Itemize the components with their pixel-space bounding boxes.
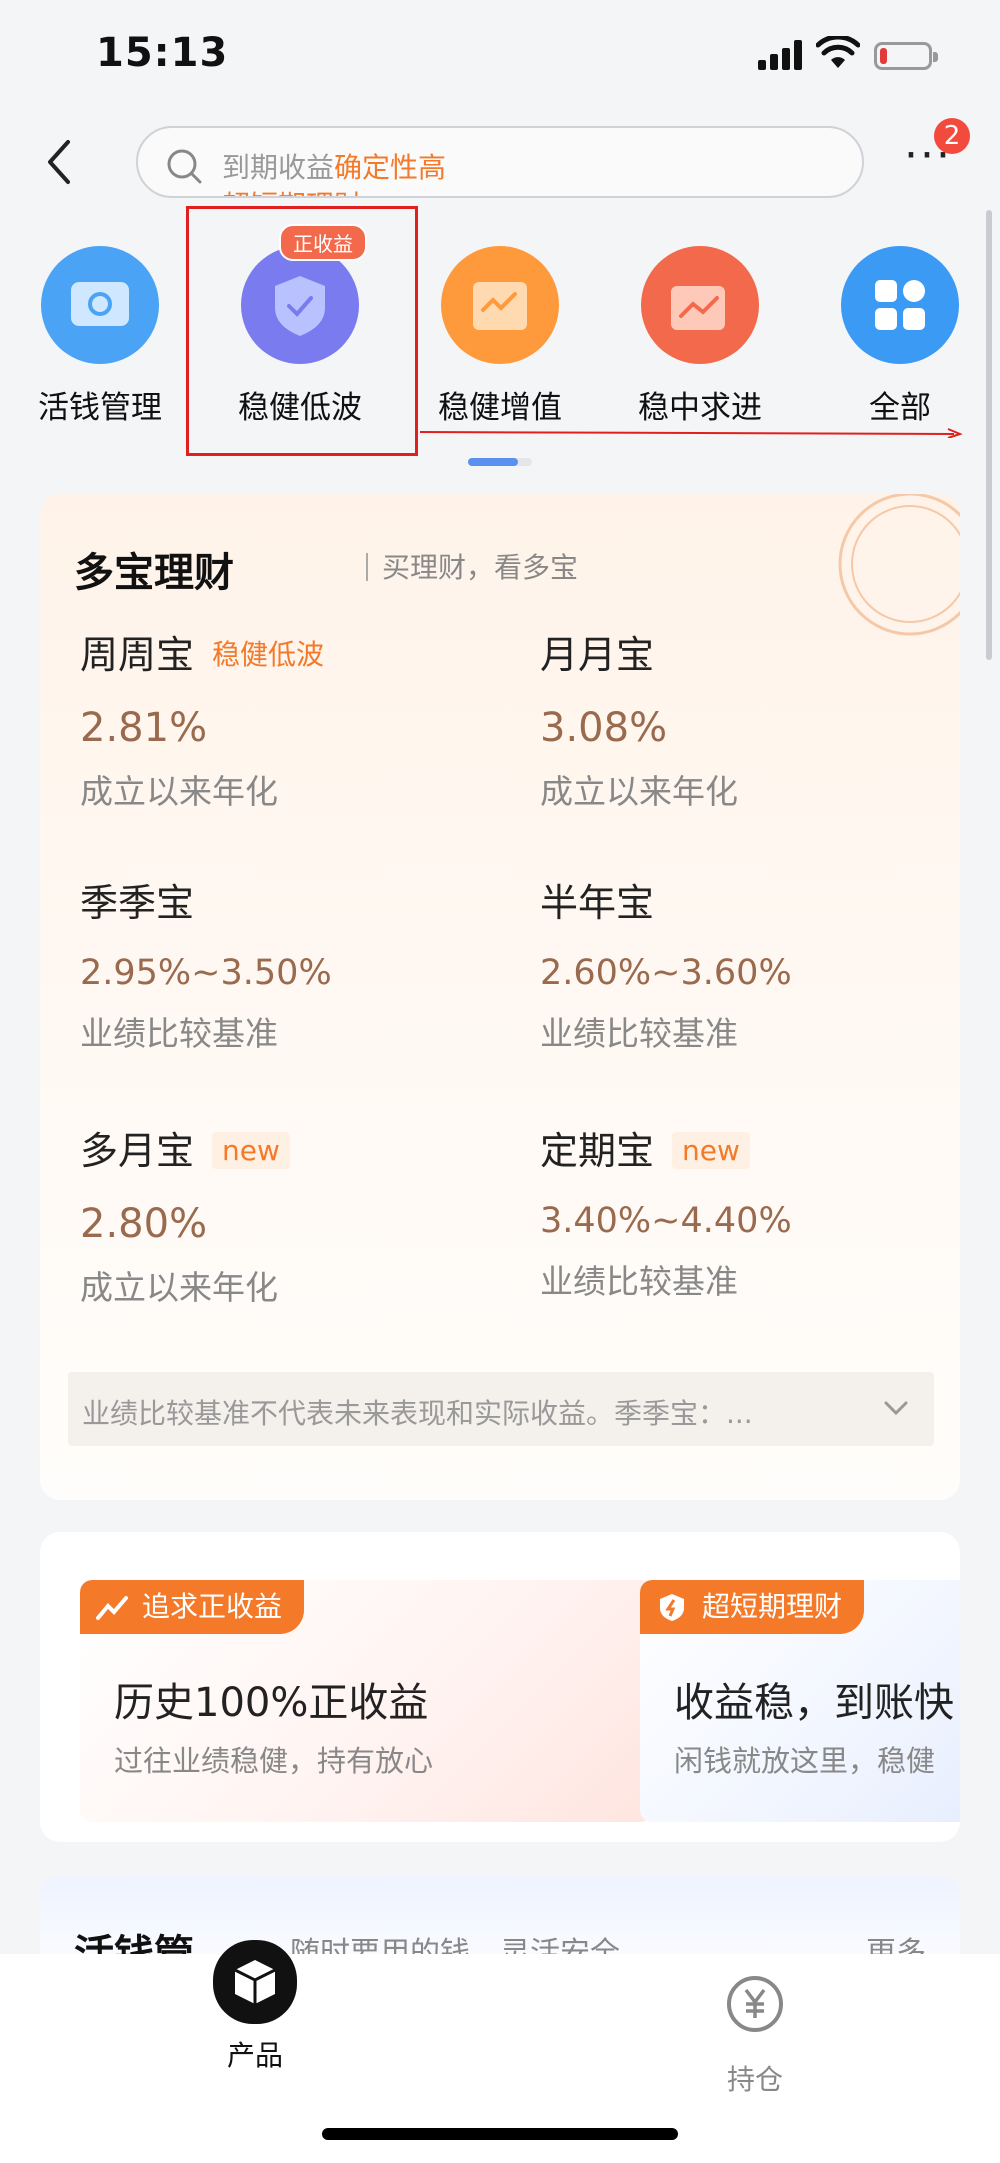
- clock: 15:13: [96, 30, 229, 76]
- new-badge: new: [672, 1132, 750, 1169]
- promo-tag-label: 超短期理财: [702, 1590, 843, 1623]
- product-tag: 稳健低波: [212, 638, 325, 671]
- promo-headline: 收益稳，到账快: [674, 1680, 954, 1726]
- new-badge: new: [212, 1132, 290, 1169]
- promo-tag-label: 追求正收益: [142, 1590, 283, 1623]
- trend-icon: [96, 1596, 128, 1620]
- red-arrow-annotation: [420, 428, 963, 438]
- chart-icon: [641, 246, 759, 364]
- category-pager: [468, 458, 532, 466]
- search-placeholder-next: 超短期理财: [222, 184, 362, 196]
- nav-bar: 到期收益确定性高 超短期理财 ··· 2: [0, 112, 1000, 212]
- chevron-down-icon[interactable]: [882, 1394, 910, 1422]
- yuan-icon: [715, 1968, 795, 2048]
- category-row: 活钱管理 正收益 稳健低波 稳健增值 稳中求进 全部: [0, 222, 1000, 442]
- search-placeholder: 到期收益确定性高: [222, 151, 447, 184]
- product-bannianbao[interactable]: 半年宝 2.60%~3.60% 业绩比较基准: [540, 872, 960, 1055]
- product-rate: 3.40%~4.40%: [540, 1201, 792, 1241]
- box-icon: [213, 1940, 297, 2024]
- product-desc: 成立以来年化: [80, 1268, 278, 1307]
- promo-tag: 超短期理财: [640, 1580, 865, 1634]
- tab-label: 持仓: [726, 2063, 783, 2096]
- notification-badge: 2: [934, 118, 970, 154]
- product-name: 定期宝: [540, 1129, 655, 1173]
- product-zhouzhoubao[interactable]: 周周宝 稳健低波 2.81% 成立以来年化: [80, 624, 500, 813]
- promo-short-term[interactable]: 超短期理财 收益稳，到账快 闲钱就放这里，稳健: [640, 1580, 960, 1822]
- product-rate: 3.08%: [540, 705, 668, 751]
- section-slogan: 买理财，看多宝: [366, 546, 578, 586]
- disclaimer-bar[interactable]: 业绩比较基准不代表未来表现和实际收益。季季宝：...: [68, 1372, 934, 1446]
- product-rate: 2.81%: [80, 705, 208, 751]
- search-input[interactable]: 到期收益确定性高 超短期理财: [136, 126, 864, 198]
- category-label: 稳健增值: [438, 390, 562, 426]
- duobao-card: 多宝理财 买理财，看多宝 周周宝 稳健低波 2.81% 成立以来年化 月月宝 3.…: [40, 494, 960, 1500]
- product-rate: 2.60%~3.60%: [540, 953, 792, 993]
- category-label: 全部: [869, 390, 931, 426]
- product-desc: 业绩比较基准: [540, 1262, 738, 1301]
- category-huoqian[interactable]: 活钱管理: [10, 246, 190, 427]
- disclaimer-text: 业绩比较基准不代表未来表现和实际收益。季季宝：...: [82, 1397, 753, 1430]
- wallet-icon: [41, 246, 159, 364]
- product-name: 月月宝: [540, 633, 655, 677]
- scrollbar[interactable]: [986, 210, 992, 660]
- category-wenjian-zengzhi[interactable]: 稳健增值: [410, 246, 590, 427]
- highlight-box: [186, 206, 418, 456]
- category-all[interactable]: 全部: [810, 246, 990, 427]
- section-title: 多宝理财: [74, 550, 234, 596]
- promo-sub: 过往业绩稳健，持有放心: [114, 1744, 434, 1778]
- product-name: 周周宝: [80, 633, 195, 677]
- product-yueyuebao[interactable]: 月月宝 3.08% 成立以来年化: [540, 624, 960, 813]
- product-duoyuebao[interactable]: 多月宝 new 2.80% 成立以来年化: [80, 1120, 500, 1309]
- status-bar: 15:13: [0, 0, 1000, 112]
- product-desc: 成立以来年化: [80, 772, 278, 811]
- tab-products[interactable]: 产品: [155, 1940, 355, 2074]
- grid-icon: [841, 246, 959, 364]
- category-label: 稳中求进: [638, 390, 762, 426]
- category-label: 活钱管理: [38, 390, 162, 426]
- home-indicator[interactable]: [322, 2128, 678, 2140]
- signal-icon: [758, 40, 806, 70]
- wifi-icon: [816, 36, 860, 68]
- promo-positive-return[interactable]: 追求正收益 历史100%正收益 过往业绩稳健，持有放心: [80, 1580, 652, 1822]
- promo-tag: 追求正收益: [80, 1580, 305, 1634]
- app-screen: 15:13 到期收益确定性高 超短期理财 ··· 2: [0, 0, 1000, 2163]
- promo-sub: 闲钱就放这里，稳健: [674, 1744, 936, 1778]
- product-desc: 业绩比较基准: [80, 1014, 278, 1053]
- promo-headline: 历史100%正收益: [114, 1680, 429, 1726]
- calendar-icon: [441, 246, 559, 364]
- product-name: 季季宝: [80, 881, 195, 925]
- promo-card: 追求正收益 历史100%正收益 过往业绩稳健，持有放心 超短期理财 收益稳，到账…: [40, 1532, 960, 1842]
- product-name: 多月宝: [80, 1129, 195, 1173]
- product-desc: 成立以来年化: [540, 772, 738, 811]
- product-rate: 2.95%~3.50%: [80, 953, 332, 993]
- product-name: 半年宝: [540, 881, 655, 925]
- tab-label: 产品: [226, 2039, 283, 2072]
- back-icon[interactable]: [40, 134, 80, 190]
- product-dingqibao[interactable]: 定期宝 new 3.40%~4.40% 业绩比较基准: [540, 1120, 960, 1303]
- category-wenzhong-qiujin[interactable]: 稳中求进: [610, 246, 790, 427]
- battery-icon: [874, 42, 938, 70]
- product-rate: 2.80%: [80, 1201, 208, 1247]
- tab-holdings[interactable]: 持仓: [655, 1968, 855, 2098]
- product-desc: 业绩比较基准: [540, 1014, 738, 1053]
- search-icon: [167, 149, 202, 184]
- shield-lightning-icon: [660, 1594, 684, 1621]
- product-jijibao[interactable]: 季季宝 2.95%~3.50% 业绩比较基准: [80, 872, 500, 1055]
